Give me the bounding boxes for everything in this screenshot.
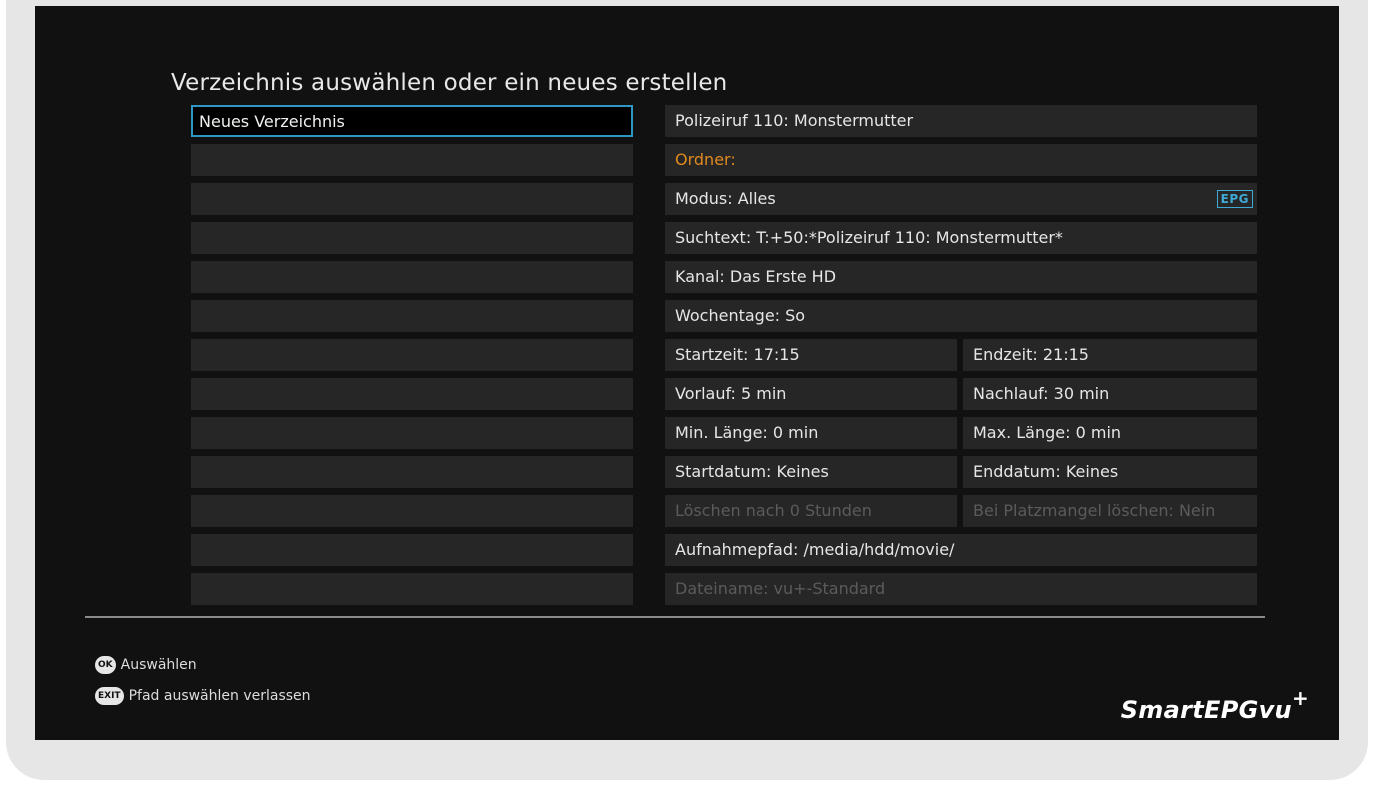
smartepg-logo: SmartEPGvu+: [1120, 686, 1309, 724]
directory-item[interactable]: [191, 534, 633, 566]
mode-field: Modus: Alles EPG: [665, 183, 1257, 215]
hint-ok-label: Auswählen: [120, 657, 197, 673]
exit-button-icon: EXIT: [95, 687, 124, 705]
directory-item[interactable]: [191, 378, 633, 410]
end-time-field: Endzeit: 21:15: [963, 339, 1257, 371]
directory-item[interactable]: [191, 183, 633, 215]
filename-field: Dateiname: vu+-Standard: [665, 573, 1257, 605]
directory-item[interactable]: [191, 261, 633, 293]
start-date-field: Startdatum: Keines: [665, 456, 957, 488]
logo-plus: +: [1291, 686, 1309, 710]
margin-before-field: Vorlauf: 5 min: [665, 378, 957, 410]
start-time-field: Startzeit: 17:15: [665, 339, 957, 371]
page-title: Verzeichnis auswählen oder ein neues ers…: [171, 70, 728, 96]
delete-on-low-space-field: Bei Platzmangel löschen: Nein: [963, 495, 1257, 527]
timer-name: Polizeiruf 110: Monstermutter: [665, 105, 1257, 137]
directory-item[interactable]: [191, 456, 633, 488]
delete-after-field: Löschen nach 0 Stunden: [665, 495, 957, 527]
directory-item[interactable]: [191, 300, 633, 332]
directory-item[interactable]: [191, 495, 633, 527]
logo-text: SmartEPGvu: [1120, 696, 1292, 724]
directory-item-label: Neues Verzeichnis: [199, 112, 345, 131]
recording-path-field: Aufnahmepfad: /media/hdd/movie/: [665, 534, 1257, 566]
ok-button-icon: OK: [95, 656, 116, 674]
directory-item-new[interactable]: Neues Verzeichnis: [191, 105, 633, 137]
directory-item[interactable]: [191, 417, 633, 449]
end-date-field: Enddatum: Keines: [963, 456, 1257, 488]
hint-exit: EXIT Pfad auswählen verlassen: [95, 687, 311, 705]
hint-exit-label: Pfad auswählen verlassen: [128, 688, 311, 704]
min-length-field: Min. Länge: 0 min: [665, 417, 957, 449]
tv-screen: Verzeichnis auswählen oder ein neues ers…: [35, 6, 1339, 740]
directory-item[interactable]: [191, 222, 633, 254]
search-text-field: Suchtext: T:+50:*Polizeiruf 110: Monster…: [665, 222, 1257, 254]
directory-item[interactable]: [191, 573, 633, 605]
folder-field: Ordner:: [665, 144, 1257, 176]
directory-item[interactable]: [191, 339, 633, 371]
directory-item[interactable]: [191, 144, 633, 176]
margin-after-field: Nachlauf: 30 min: [963, 378, 1257, 410]
hint-ok: OK Auswählen: [95, 656, 197, 674]
channel-field: Kanal: Das Erste HD: [665, 261, 1257, 293]
max-length-field: Max. Länge: 0 min: [963, 417, 1257, 449]
epg-badge: EPG: [1216, 190, 1253, 208]
divider: [85, 616, 1265, 618]
weekdays-field: Wochentage: So: [665, 300, 1257, 332]
mode-label: Modus: Alles: [675, 189, 776, 208]
